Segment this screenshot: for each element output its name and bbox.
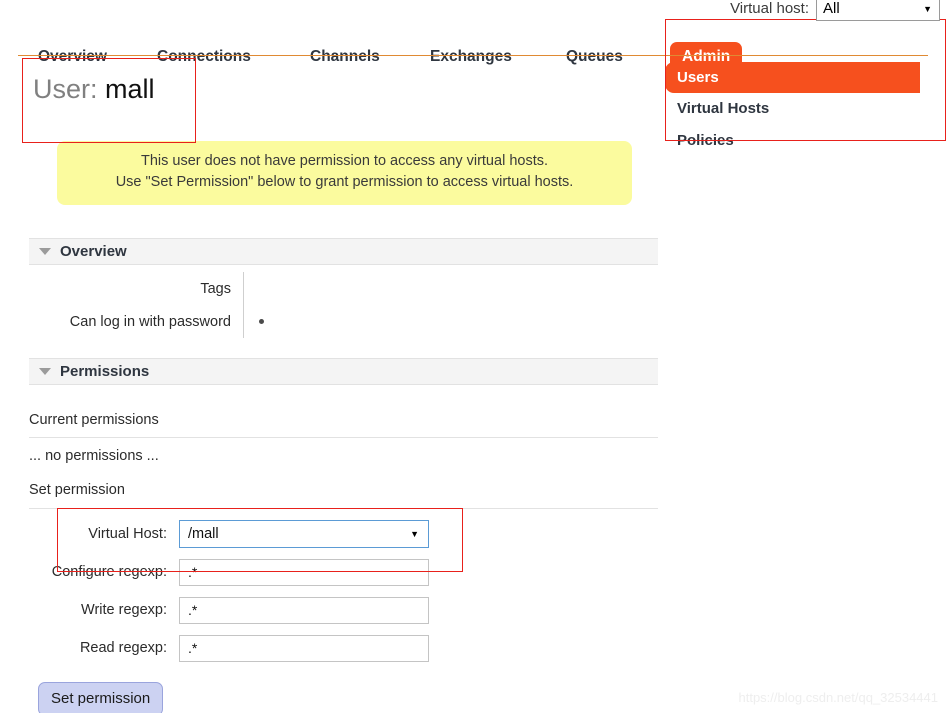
virtual-host-dropdown[interactable]: All ▼ [816,0,940,21]
configure-regexp-input[interactable]: .* [179,558,429,586]
read-regexp-input[interactable]: .* [179,634,429,662]
virtual-host-dropdown-value: All [823,0,840,17]
read-regexp-label: Read regexp: [79,640,167,656]
chevron-down-icon: ▼ [410,529,419,539]
divider [29,437,658,438]
submenu-item-users[interactable]: Users [665,62,920,94]
submenu-item-policies[interactable]: Policies [665,125,946,156]
virtual-host-selector: Virtual host: All ▼ [730,0,940,21]
table-row: Tags [29,272,658,305]
page-title: User: mall [33,74,155,105]
tab-overview[interactable]: Overview [38,48,107,66]
overview-table: Tags Can log in with password [29,272,658,338]
tab-exchanges[interactable]: Exchanges [430,48,512,66]
page-title-prefix: User: [33,74,98,104]
bullet-icon [259,319,264,324]
page-title-username: mall [105,74,155,104]
no-permissions-text: ... no permissions ... [29,448,159,464]
form-row-configure: Configure regexp: .* [29,558,489,586]
section-title-permissions: Permissions [60,363,150,380]
overview-value-tags [243,272,658,305]
submenu-item-virtual-hosts[interactable]: Virtual Hosts [665,93,946,124]
overview-key-tags: Tags [200,280,231,297]
nav-underline [18,55,928,56]
virtual-host-select[interactable]: /mall ▼ [179,520,429,548]
write-regexp-input[interactable]: .* [179,596,429,624]
configure-regexp-label: Configure regexp: [51,564,167,580]
form-row-read: Read regexp: .* [29,634,489,662]
warning-line-2: Use "Set Permission" below to grant perm… [115,174,574,191]
section-header-permissions[interactable]: Permissions [29,358,658,385]
collapse-triangle-icon [39,368,51,375]
main-navigation: Overview Connections Channels Exchanges … [0,22,946,73]
overview-key-can-login: Can log in with password [69,313,231,330]
watermark: https://blog.csdn.net/qq_32534441 [738,690,939,705]
section-header-overview[interactable]: Overview [29,238,658,265]
tab-queues[interactable]: Queues [566,48,623,66]
virtual-host-field-label: Virtual Host: [88,526,167,542]
set-permission-button[interactable]: Set permission [38,682,164,713]
permission-warning-banner: This user does not have permission to ac… [57,141,632,206]
current-permissions-label: Current permissions [29,412,159,428]
divider [29,508,658,509]
set-permission-label: Set permission [29,482,125,498]
collapse-triangle-icon [39,248,51,255]
form-row-write: Write regexp: .* [29,596,489,624]
overview-value-can-login [243,305,658,338]
section-title-overview: Overview [60,243,127,260]
set-permission-form: Virtual Host: /mall ▼ Configure regexp: … [29,520,489,672]
table-row: Can log in with password [29,305,658,338]
write-regexp-label: Write regexp: [81,602,167,618]
app-root: Virtual host: All ▼ Overview Connections… [0,0,946,713]
virtual-host-label: Virtual host: [730,0,809,17]
form-row-virtual-host: Virtual Host: /mall ▼ [29,520,489,548]
chevron-down-icon: ▼ [923,3,932,14]
virtual-host-select-value: /mall [188,526,219,542]
warning-line-1: This user does not have permission to ac… [141,153,548,169]
tab-channels[interactable]: Channels [310,48,380,66]
tab-connections[interactable]: Connections [157,48,251,66]
admin-submenu: Users Virtual Hosts Policies [665,62,946,156]
